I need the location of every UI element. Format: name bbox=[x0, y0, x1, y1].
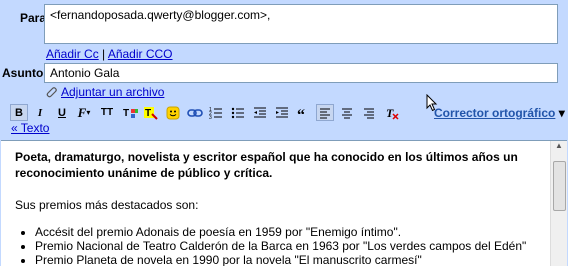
align-right-icon bbox=[364, 108, 374, 118]
size-button[interactable]: TT bbox=[98, 104, 116, 121]
list-item: Premio Nacional de Teatro Calderón de la… bbox=[35, 239, 535, 253]
quote-icon: “ bbox=[297, 107, 305, 120]
outdent-button[interactable] bbox=[251, 104, 269, 121]
to-value: <fernandoposada.qwerty@blogger.com>, bbox=[50, 8, 271, 22]
svg-text:T: T bbox=[123, 108, 129, 119]
svg-text:3: 3 bbox=[209, 115, 212, 120]
body-intro: Sus premios más destacados son: bbox=[15, 198, 199, 212]
plain-text-link[interactable]: « Texto bbox=[11, 121, 49, 135]
awards-list: Accésit del premio Adonais de poesía en … bbox=[15, 225, 535, 266]
indent-button[interactable] bbox=[273, 104, 291, 121]
to-field[interactable]: <fernandoposada.qwerty@blogger.com>, bbox=[44, 4, 558, 44]
add-cc-link[interactable]: Añadir Cc bbox=[46, 47, 99, 61]
align-right-button[interactable] bbox=[360, 104, 378, 121]
italic-label: I bbox=[37, 106, 43, 119]
size-label: TT bbox=[100, 107, 114, 118]
smiley-icon bbox=[166, 106, 180, 119]
link-button[interactable] bbox=[186, 104, 204, 121]
add-bcc-link[interactable]: Añadir CCO bbox=[108, 47, 173, 61]
svg-text:T: T bbox=[145, 108, 151, 119]
spellcheck-control[interactable]: Corrector ortográfico ▾ bbox=[434, 106, 565, 120]
attach-row[interactable]: Adjuntar un archivo bbox=[44, 85, 164, 99]
font-button[interactable]: F ▾ bbox=[75, 104, 93, 121]
link-icon bbox=[187, 108, 203, 117]
numbered-list-button[interactable]: 123 bbox=[207, 104, 225, 121]
svg-text:“: “ bbox=[297, 107, 305, 120]
remove-format-button[interactable]: T bbox=[383, 104, 401, 121]
scroll-thumb[interactable] bbox=[553, 161, 566, 211]
paperclip-icon bbox=[46, 87, 57, 98]
highlight-button[interactable]: T bbox=[142, 104, 160, 121]
bold-label: B bbox=[15, 106, 23, 119]
subject-value: Antonio Gala bbox=[50, 66, 120, 80]
list-item: Accésit del premio Adonais de poesía en … bbox=[35, 225, 535, 239]
cc-links: Añadir Cc | Añadir CCO bbox=[46, 47, 173, 61]
indent-icon bbox=[276, 107, 288, 117]
align-left-button[interactable] bbox=[316, 104, 334, 121]
cc-separator: | bbox=[102, 47, 106, 61]
list-item: Premio Planeta de novela en 1990 por la … bbox=[35, 253, 535, 266]
font-label: F bbox=[77, 104, 87, 120]
text-color-button[interactable]: T bbox=[121, 104, 139, 121]
to-label: Para: bbox=[20, 11, 51, 25]
subject-field[interactable]: Antonio Gala bbox=[44, 63, 558, 83]
bullet-list-button[interactable] bbox=[229, 104, 247, 121]
emoticon-button[interactable] bbox=[164, 104, 182, 121]
message-body-editor[interactable]: Poeta, dramaturgo, novelista y escritor … bbox=[1, 140, 567, 266]
highlight-icon: T bbox=[144, 106, 158, 120]
underline-button[interactable]: U bbox=[53, 104, 71, 121]
remove-format-icon: T bbox=[386, 106, 399, 120]
bullet-list-icon bbox=[231, 107, 244, 118]
body-heading: Poeta, dramaturgo, novelista y escritor … bbox=[15, 150, 518, 180]
vertical-scrollbar[interactable]: ▲ bbox=[550, 141, 567, 266]
underline-label: U bbox=[58, 106, 66, 119]
svg-text:T: T bbox=[386, 106, 394, 120]
subject-label: Asunto: bbox=[2, 66, 48, 80]
quote-button[interactable]: “ bbox=[295, 104, 313, 121]
align-center-button[interactable] bbox=[338, 104, 356, 121]
text-color-icon: T bbox=[123, 108, 138, 119]
spellcheck-dropdown-icon[interactable]: ▾ bbox=[559, 106, 565, 120]
scroll-up-icon[interactable]: ▲ bbox=[551, 141, 567, 155]
outdent-icon bbox=[254, 107, 266, 117]
numbered-list-icon: 123 bbox=[209, 107, 222, 120]
italic-button[interactable]: I bbox=[31, 104, 49, 121]
spellcheck-link[interactable]: Corrector ortográfico bbox=[434, 106, 555, 120]
align-center-icon bbox=[342, 108, 352, 118]
attach-file-link[interactable]: Adjuntar un archivo bbox=[61, 85, 164, 99]
bold-button[interactable]: B bbox=[10, 104, 28, 121]
align-left-icon bbox=[320, 108, 330, 118]
font-dropdown-icon: ▾ bbox=[86, 108, 91, 117]
